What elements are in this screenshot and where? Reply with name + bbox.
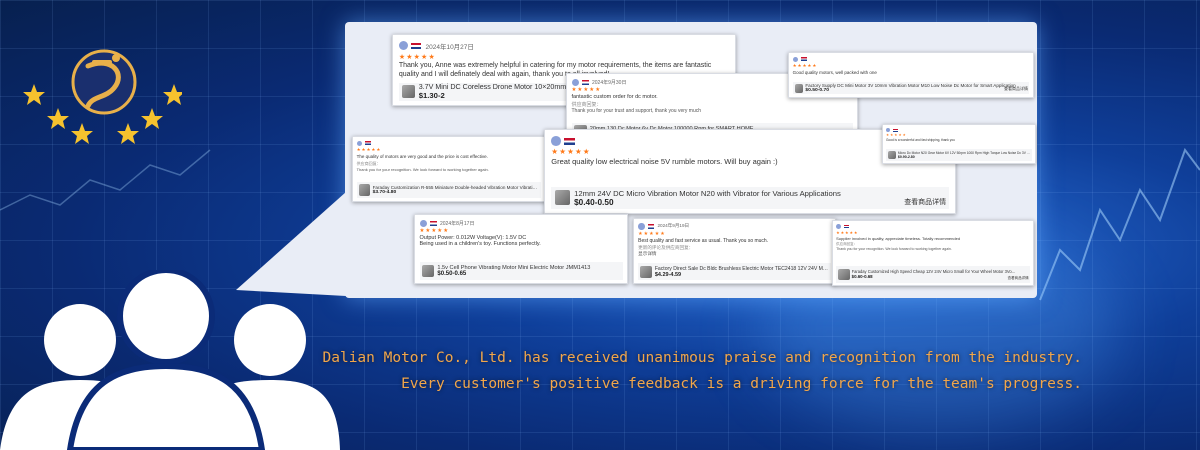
product-info: Factory Direct Sale Dc Bldc Brushless El… bbox=[655, 266, 829, 278]
rating-stars: ★★★★★ bbox=[398, 52, 436, 61]
reviewer-avatar bbox=[551, 136, 562, 147]
product-info: Faraday Customization R-555 Miniature Do… bbox=[373, 185, 540, 195]
customers-group-icon bbox=[0, 270, 340, 450]
review-card: ★★★★★ Supplier involved in quality, appre… bbox=[832, 220, 1034, 286]
product-thumbnail bbox=[837, 268, 850, 281]
review-card: ★★★★★ The quality of motors are very good… bbox=[352, 136, 546, 202]
product-price: $0.60-0.68 bbox=[851, 274, 873, 280]
review-meta bbox=[886, 128, 1032, 133]
review-card: 2024年9月19日 ★★★★★ Best quality and fast ser… bbox=[633, 218, 836, 284]
supplier-reply-text: Thank you for your recognition. We look … bbox=[836, 247, 952, 252]
supplier-reply-text: Thank you for your trust and support, th… bbox=[571, 108, 702, 115]
product-thumbnail bbox=[640, 265, 653, 278]
product-info: 12mm 24V DC Micro Vibration Motor N20 wi… bbox=[574, 189, 945, 207]
reviewer-avatar bbox=[792, 56, 799, 63]
review-meta bbox=[356, 140, 542, 147]
reviewer-avatar bbox=[638, 223, 645, 230]
tagline-line-1: Dalian Motor Co., Ltd. has received unan… bbox=[322, 350, 1083, 366]
review-card: ★★★★★ Good quality motors, well packed wi… bbox=[788, 52, 1034, 98]
product-name: Factory Supply DC Mini Motor 3V 10mm Vib… bbox=[805, 83, 1016, 89]
product-price: $0.50-0.70 bbox=[805, 88, 829, 94]
review-meta: 2024年8月17日 bbox=[419, 219, 623, 227]
tagline-line-2: Every customer's positive feedback is a … bbox=[401, 376, 1082, 392]
review-text: Output Power: 0.012W Voltage(V): 1.5V DC… bbox=[419, 234, 541, 248]
product-thumbnail bbox=[887, 150, 896, 160]
view-product-details-link[interactable]: 查看商品详情 bbox=[904, 197, 946, 207]
reviewer-avatar bbox=[419, 219, 427, 227]
product-name: Factory Direct Sale Dc Bldc Brushless El… bbox=[654, 265, 829, 272]
country-flag-icon bbox=[893, 128, 899, 132]
rating-stars: ★★★★★ bbox=[419, 227, 450, 234]
review-date: 2024年8月17日 bbox=[440, 220, 475, 227]
reviewer-avatar bbox=[836, 224, 842, 230]
review-date: 2024年9月19日 bbox=[657, 223, 690, 229]
rating-stars: ★★★★★ bbox=[886, 133, 907, 138]
review-meta bbox=[792, 56, 1030, 63]
product-name: 12mm 24V DC Micro Vibration Motor N20 wi… bbox=[574, 188, 841, 198]
product-link[interactable]: 1.5v Cell Phone Vibrating Motor Mini Ele… bbox=[419, 262, 623, 280]
country-flag-icon bbox=[564, 137, 575, 145]
review-text: Good is a wonderful and fast shipping, t… bbox=[886, 138, 955, 143]
product-name: Micro Dc Motor N20 Gear Motor 6V 12V 50r… bbox=[897, 150, 1031, 155]
product-price: $4.29-4.59 bbox=[654, 271, 682, 278]
product-link[interactable]: Micro Dc Motor N20 Gear Motor 6V 12V 50r… bbox=[886, 148, 1032, 161]
country-flag-icon bbox=[410, 42, 421, 50]
company-logo bbox=[23, 49, 182, 144]
product-name: Faraday Customization R-555 Miniature Do… bbox=[372, 185, 540, 191]
product-thumbnail bbox=[554, 190, 570, 206]
country-flag-icon bbox=[429, 220, 437, 226]
product-info: Faraday Customized High Speed Cheap 12V … bbox=[852, 269, 1028, 279]
product-thumbnail bbox=[794, 84, 803, 93]
review-meta: 2024年9月19日 bbox=[638, 223, 831, 230]
review-meta bbox=[836, 224, 1030, 230]
country-flag-icon bbox=[647, 224, 655, 229]
review-text: Best quality and fast service as usual. … bbox=[638, 237, 769, 244]
product-thumbnail bbox=[422, 264, 435, 278]
logo-emblem-icon bbox=[71, 49, 137, 115]
product-link[interactable]: Factory Direct Sale Dc Bldc Brushless El… bbox=[638, 263, 831, 281]
country-flag-icon bbox=[801, 57, 808, 62]
rating-stars: ★★★★★ bbox=[356, 147, 382, 153]
reviewer-avatar bbox=[571, 78, 579, 86]
view-product-details-link[interactable]: 查看商品详情 bbox=[1008, 276, 1029, 281]
rating-stars: ★★★★★ bbox=[836, 231, 859, 236]
review-date: ​ 2024年10月27日 bbox=[423, 43, 474, 51]
product-link[interactable]: Faraday Customization R-555 Miniature Do… bbox=[356, 181, 542, 199]
reviewer-avatar bbox=[398, 41, 408, 51]
review-date: 2024年9月30日 bbox=[592, 79, 627, 86]
product-price: $0.90-2.80 bbox=[897, 154, 915, 159]
product-link[interactable]: Factory Supply DC Mini Motor 3V 10mm Vib… bbox=[792, 82, 1030, 95]
product-thumbnail bbox=[358, 184, 371, 196]
country-flag-icon bbox=[844, 224, 850, 229]
rating-stars: ★★★★★ bbox=[792, 63, 818, 69]
country-flag-icon bbox=[365, 141, 372, 146]
rating-stars: ★★★★★ bbox=[638, 230, 666, 237]
supplier-reply-label: 供应商回复： bbox=[571, 102, 602, 109]
review-card: 2024年8月17日 ★★★★★ Output Power: 0.012W Volt… bbox=[414, 214, 628, 284]
product-thumbnail bbox=[402, 85, 415, 99]
product-link[interactable]: Faraday Customized High Speed Cheap 12V … bbox=[836, 266, 1030, 283]
product-info: 1.5v Cell Phone Vibrating Motor Mini Ele… bbox=[437, 265, 620, 277]
review-card: ★★★★★ Good is a wonderful and fast shippi… bbox=[882, 124, 1036, 164]
product-info: Micro Dc Motor N20 Gear Motor 6V 12V 50r… bbox=[898, 151, 1031, 159]
country-flag-icon bbox=[581, 79, 589, 85]
product-name: Faraday Customized High Speed Cheap 12V … bbox=[851, 269, 1016, 275]
review-meta: ​ 2024年10月27日 bbox=[398, 41, 729, 51]
review-text: The quality of motors are very good and … bbox=[356, 154, 488, 160]
supplier-reply-text: 显示详情 bbox=[638, 250, 657, 256]
product-info: Factory Supply DC Mini Motor 3V 10mm Vib… bbox=[805, 83, 1027, 93]
product-price: $3.70-4.80 bbox=[372, 190, 397, 196]
banner: ​ 2024年10月27日 ★★★★★ Thank you, Anne was ex… bbox=[0, 0, 1200, 450]
product-link[interactable]: 12mm 24V DC Micro Vibration Motor N20 wi… bbox=[551, 187, 949, 209]
reviewer-avatar bbox=[356, 140, 363, 147]
supplier-reply-text: Thank you for your recognition. We look … bbox=[356, 166, 489, 172]
review-text: Good quality motors, well packed with on… bbox=[792, 70, 877, 76]
reviewer-avatar bbox=[886, 128, 891, 133]
view-product-details-link[interactable]: 查看商品详情 bbox=[1004, 86, 1028, 92]
review-text: Supplier involved in quality, appreciate… bbox=[836, 236, 961, 242]
product-price: $0.40-0.50 bbox=[574, 197, 614, 207]
product-price: $0.50-0.65 bbox=[437, 271, 467, 278]
